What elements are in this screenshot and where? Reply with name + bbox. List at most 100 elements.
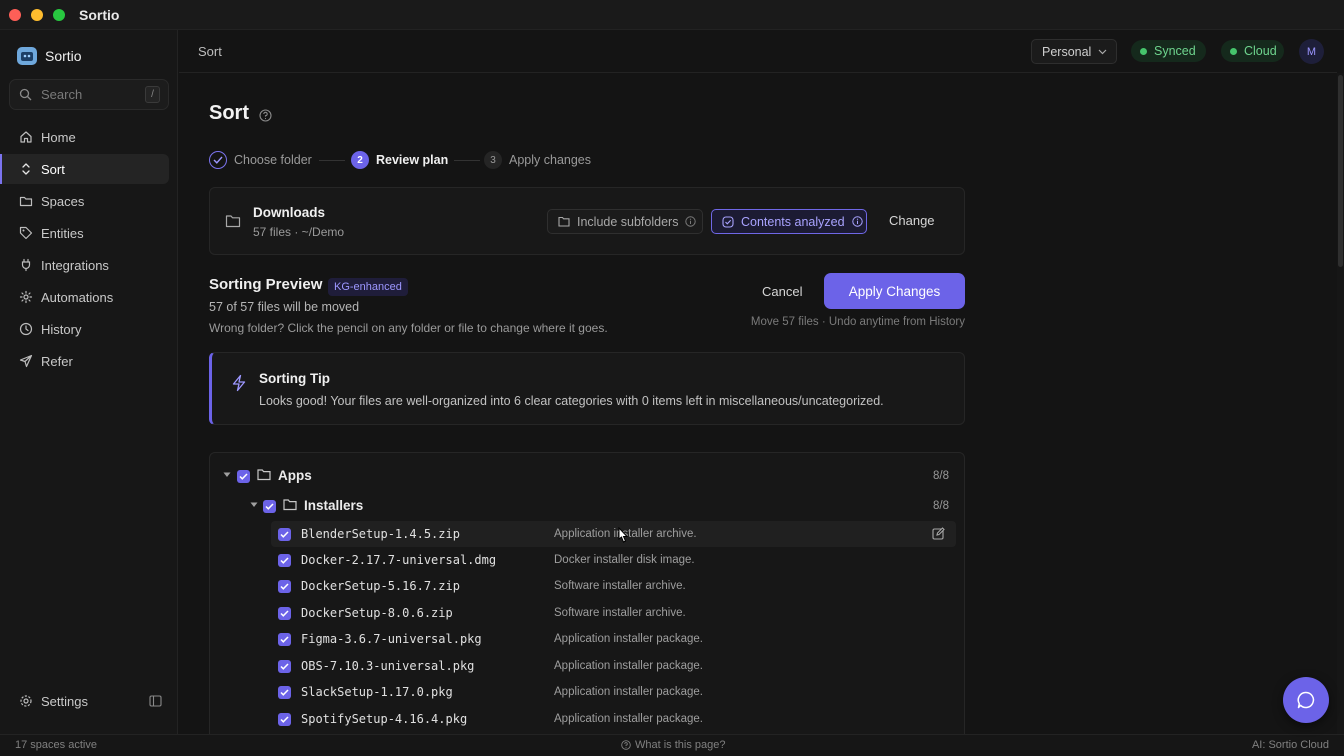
change-folder-button[interactable]: Change — [889, 213, 935, 228]
file-row[interactable]: Docker-2.17.7-universal.dmg Docker insta… — [271, 547, 956, 573]
search-input[interactable]: Search / — [9, 79, 169, 110]
folder-group-apps[interactable]: Apps 8/8 — [210, 463, 964, 489]
sidebar-item-sort[interactable]: Sort — [0, 154, 169, 184]
spaces-active-status: 17 spaces active — [15, 739, 97, 751]
sidebar-item-spaces[interactable]: Spaces — [0, 186, 169, 216]
file-description: Application installer package. — [554, 633, 703, 645]
scrollbar-thumb[interactable] — [1338, 75, 1343, 267]
sync-status-badge[interactable]: Synced — [1131, 40, 1206, 62]
file-row[interactable]: SlackSetup-1.17.0.pkg Application instal… — [271, 679, 956, 705]
step-number: 2 — [351, 151, 369, 169]
stepper: Choose folder 2 Review plan 3 Apply chan… — [209, 150, 629, 170]
file-name: Figma-3.6.7-universal.pkg — [301, 632, 482, 646]
sidebar: Sortio Search / Home Sort Spaces Entitie… — [0, 30, 178, 734]
apply-note: Move 57 files · Undo anytime from Histor… — [750, 316, 965, 328]
cancel-button[interactable]: Cancel — [762, 284, 802, 299]
automation-icon — [19, 290, 33, 304]
checkbox[interactable] — [278, 660, 291, 673]
checkbox[interactable] — [278, 580, 291, 593]
file-row[interactable]: OBS-7.10.3-universal.pkg Application ins… — [271, 653, 956, 679]
sortio-logo-icon — [17, 47, 37, 65]
kg-enhanced-badge: KG-enhanced — [328, 278, 408, 296]
file-row[interactable]: BlenderSetup-1.4.5.zip Application insta… — [271, 521, 956, 547]
folder-group-installers[interactable]: Installers 8/8 — [210, 493, 964, 519]
file-name: Docker-2.17.7-universal.dmg — [301, 553, 497, 567]
file-row[interactable]: Figma-3.6.7-universal.pkg Application in… — [271, 626, 956, 652]
info-icon[interactable] — [851, 216, 863, 227]
clock-icon — [19, 322, 33, 336]
search-placeholder: Search — [41, 87, 83, 102]
file-tree: Apps 8/8 Installers 8/8 BlenderSetup-1.4… — [209, 452, 965, 742]
checkbox[interactable] — [237, 470, 250, 483]
step-label: Review plan — [376, 153, 449, 167]
close-window-button[interactable] — [9, 9, 21, 21]
file-description: Application installer package. — [554, 660, 703, 672]
contents-analyzed-label: Contents analyzed — [741, 214, 845, 229]
step-review-plan: 2 Review plan — [351, 150, 448, 170]
group-name: Apps — [278, 468, 312, 483]
cloud-status-badge[interactable]: Cloud — [1221, 40, 1284, 62]
sidebar-item-history[interactable]: History — [0, 314, 169, 344]
checkbox[interactable] — [278, 528, 291, 541]
sidebar-item-automations[interactable]: Automations — [0, 282, 169, 312]
tip-title: Sorting Tip — [259, 371, 330, 386]
checkbox[interactable] — [263, 500, 276, 513]
sidebar-item-label: Sort — [41, 161, 65, 177]
file-row[interactable]: SpotifySetup-4.16.4.pkg Application inst… — [271, 706, 956, 732]
help-icon — [621, 740, 631, 750]
checkbox[interactable] — [278, 554, 291, 567]
sidebar-item-label: Integrations — [41, 257, 109, 273]
sorting-tip-card: Sorting Tip Looks good! Your files are w… — [209, 352, 965, 425]
info-icon[interactable] — [685, 216, 697, 227]
file-row[interactable]: DockerSetup-5.16.7.zip Software installe… — [271, 573, 956, 599]
avatar[interactable]: M — [1299, 39, 1324, 64]
workspace-select[interactable]: Personal — [1031, 39, 1117, 64]
sidebar-item-label: Spaces — [41, 193, 85, 209]
checkbox[interactable] — [278, 713, 291, 726]
gear-icon — [19, 694, 33, 708]
contents-analyzed-toggle[interactable]: Contents analyzed — [711, 209, 867, 234]
sidebar-toggle-icon[interactable] — [149, 695, 162, 707]
apply-changes-button[interactable]: Apply Changes — [824, 273, 965, 309]
brand[interactable]: Sortio — [17, 46, 82, 66]
folder-icon — [283, 498, 297, 511]
file-description: Docker installer disk image. — [554, 554, 695, 566]
caret-down-icon[interactable] — [223, 472, 231, 478]
sidebar-item-refer[interactable]: Refer — [0, 346, 169, 376]
pencil-icon[interactable] — [932, 527, 945, 540]
chat-button[interactable] — [1283, 677, 1329, 723]
settings-label: Settings — [41, 693, 88, 709]
preview-title: Sorting Preview — [209, 276, 323, 293]
include-subfolders-toggle[interactable]: Include subfolders — [547, 209, 703, 234]
check-circle-icon — [722, 215, 734, 228]
home-icon — [19, 130, 33, 144]
checkbox[interactable] — [278, 607, 291, 620]
preview-subtitle: 57 of 57 files will be moved — [209, 300, 360, 314]
file-row[interactable]: DockerSetup-8.0.6.zip Software installer… — [271, 600, 956, 626]
folder-icon — [257, 468, 271, 481]
file-description: Software installer archive. — [554, 607, 686, 619]
help-icon[interactable] — [259, 109, 272, 122]
sidebar-item-integrations[interactable]: Integrations — [0, 250, 169, 280]
file-description: Software installer archive. — [554, 580, 686, 592]
sidebar-item-home[interactable]: Home — [0, 122, 169, 152]
checkbox[interactable] — [278, 686, 291, 699]
sidebar-item-entities[interactable]: Entities — [0, 218, 169, 248]
status-bar: 17 spaces active What is this page? AI: … — [0, 734, 1344, 756]
chat-bubble-icon — [1297, 691, 1315, 709]
brand-name: Sortio — [45, 48, 82, 64]
search-icon — [19, 88, 32, 101]
zoom-window-button[interactable] — [53, 9, 65, 21]
page-help-link[interactable]: What is this page? — [621, 739, 726, 751]
lightning-icon — [231, 374, 247, 392]
checkbox[interactable] — [278, 633, 291, 646]
sidebar-item-settings[interactable]: Settings — [0, 686, 178, 716]
minimize-window-button[interactable] — [31, 9, 43, 21]
topbar: Sort Personal Synced Cloud M — [179, 30, 1337, 73]
step-choose-folder[interactable]: Choose folder — [209, 150, 312, 170]
step-number: 3 — [484, 151, 502, 169]
caret-down-icon[interactable] — [250, 502, 258, 508]
status-dot — [1140, 47, 1147, 55]
main-content: Sort Personal Synced Cloud M Sort Choose… — [179, 30, 1344, 742]
selected-folder-card: Downloads 57 files · ~/Demo Include subf… — [209, 187, 965, 255]
